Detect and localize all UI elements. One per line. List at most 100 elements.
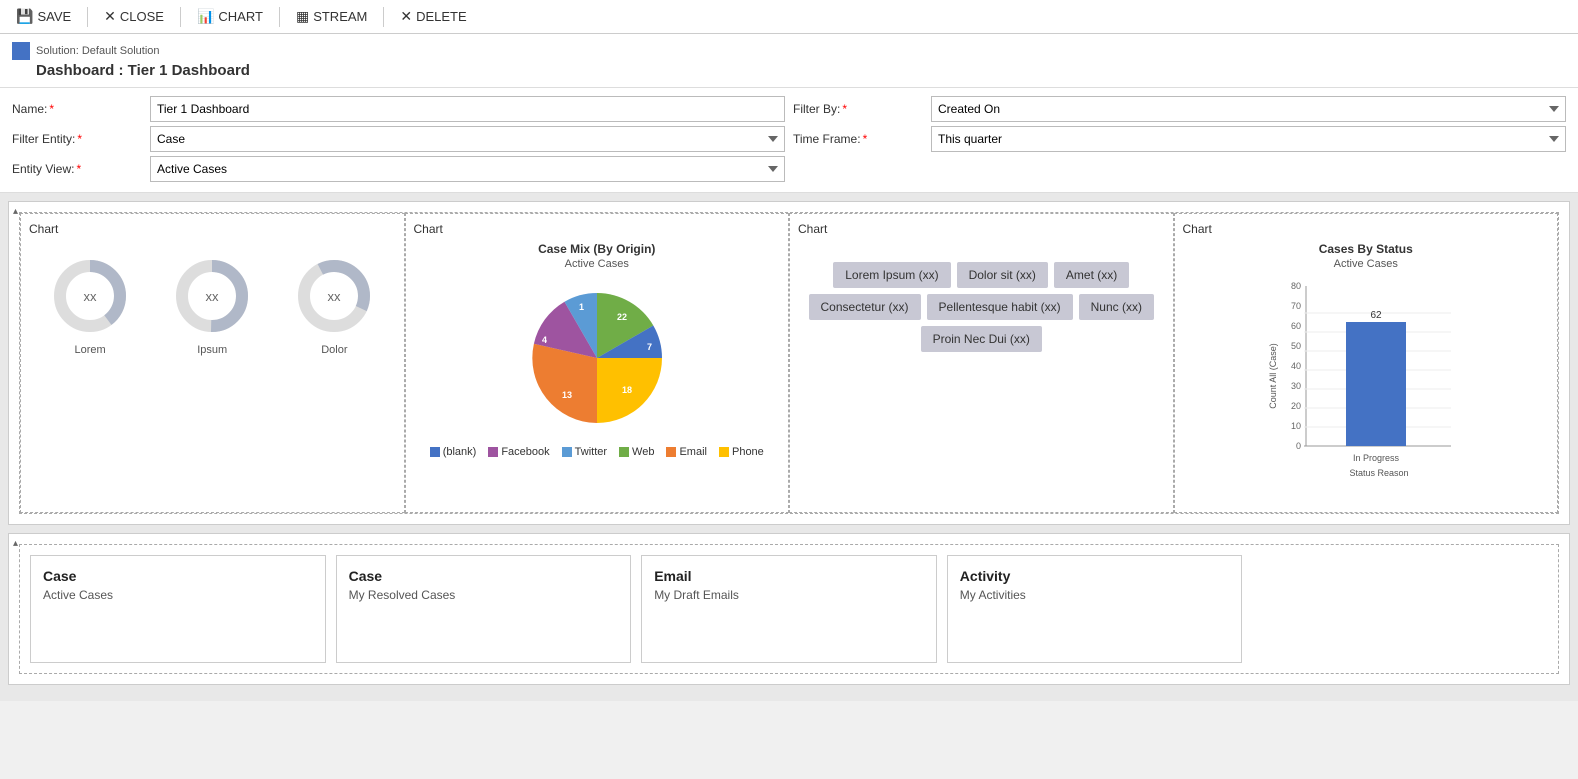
tag-lorem-ipsum[interactable]: Lorem Ipsum (xx) xyxy=(833,262,950,288)
delete-icon: ✕ xyxy=(400,8,412,25)
list-card-4-view: My Activities xyxy=(960,588,1230,602)
donut-item-1: xx Lorem xyxy=(50,256,130,356)
svg-text:xx: xx xyxy=(84,289,98,304)
close-button[interactable]: ✕ CLOSE xyxy=(96,4,172,29)
list-card-2-entity: Case xyxy=(349,568,619,584)
chart4-title: Chart xyxy=(1183,222,1550,236)
legend-dot-web xyxy=(619,447,629,457)
name-label: Name:* xyxy=(12,102,142,116)
svg-text:xx: xx xyxy=(206,289,220,304)
svg-text:1: 1 xyxy=(579,302,584,312)
list-card-3-view: My Draft Emails xyxy=(654,588,924,602)
donut-svg-1: xx xyxy=(50,256,130,336)
solution-icon xyxy=(12,42,30,60)
pie-legend: (blank) Facebook Twitter Web xyxy=(414,446,781,458)
chart-cell-4: Chart Cases By Status Active Cases 0 1 xyxy=(1174,213,1559,513)
tag-dolor-sit[interactable]: Dolor sit (xx) xyxy=(957,262,1048,288)
donut-item-3: xx Dolor xyxy=(294,256,374,356)
svg-text:70: 70 xyxy=(1291,301,1301,311)
donut-item-2: xx Ipsum xyxy=(172,256,252,356)
list-row: Case Active Cases Case My Resolved Cases… xyxy=(19,544,1559,674)
tag-amet[interactable]: Amet (xx) xyxy=(1054,262,1129,288)
list-card-1-entity: Case xyxy=(43,568,313,584)
separator xyxy=(87,7,88,27)
chart-cell-1: Chart xx Lorem xyxy=(20,213,405,513)
pie-svg: 22 7 18 13 4 1 xyxy=(517,278,677,438)
bar-chart-area: 0 10 20 30 40 50 60 xyxy=(1183,276,1550,496)
chart-cell-3: Chart Lorem Ipsum (xx) Dolor sit (xx) Am… xyxy=(789,213,1174,513)
chart2-title: Chart xyxy=(414,222,781,236)
separator xyxy=(180,7,181,27)
filter-entity-select[interactable]: Case xyxy=(150,126,785,152)
donut-svg-3: xx xyxy=(294,256,374,336)
donut-label-1: Lorem xyxy=(74,344,105,356)
delete-button[interactable]: ✕ DELETE xyxy=(392,4,474,29)
svg-text:7: 7 xyxy=(647,342,652,352)
charts-section-inner: Chart xx Lorem xyxy=(9,202,1569,524)
entity-view-select[interactable]: Active Cases xyxy=(150,156,785,182)
stream-button[interactable]: ▦ STREAM xyxy=(288,4,375,29)
name-input[interactable] xyxy=(150,96,785,122)
pie-chart-subtitle: Active Cases xyxy=(414,258,781,270)
tag-grid: Lorem Ipsum (xx) Dolor sit (xx) Amet (xx… xyxy=(798,242,1165,372)
list-card-1-view: Active Cases xyxy=(43,588,313,602)
chart-cell-2: Chart Case Mix (By Origin) Active Cases xyxy=(405,213,790,513)
dashboard-title: Dashboard : Tier 1 Dashboard xyxy=(12,62,1566,79)
solution-label: Solution: Default Solution xyxy=(12,42,1566,60)
donut-label-3: Dolor xyxy=(321,344,347,356)
list-card-2-view: My Resolved Cases xyxy=(349,588,619,602)
svg-text:4: 4 xyxy=(542,335,547,345)
list-card-1[interactable]: Case Active Cases xyxy=(30,555,326,663)
legend-blank: (blank) xyxy=(430,446,477,458)
svg-text:30: 30 xyxy=(1291,381,1301,391)
legend-phone: Phone xyxy=(719,446,764,458)
legend-dot-facebook xyxy=(488,447,498,457)
main-content: ▴ Chart xx Lorem xyxy=(0,193,1578,701)
bar-chart-title: Cases By Status xyxy=(1183,242,1550,256)
chart3-title: Chart xyxy=(798,222,1165,236)
list-section: ▴ Case Active Cases Case My Resolved Cas… xyxy=(8,533,1570,685)
filter-by-select[interactable]: Created On xyxy=(931,96,1566,122)
bar-chart-svg: 0 10 20 30 40 50 60 xyxy=(1266,276,1466,496)
svg-text:20: 20 xyxy=(1291,401,1301,411)
chart-button[interactable]: 📊 CHART xyxy=(189,4,271,29)
filter-by-label: Filter By:* xyxy=(793,102,923,116)
save-button[interactable]: 💾 SAVE xyxy=(8,4,79,29)
list-card-2[interactable]: Case My Resolved Cases xyxy=(336,555,632,663)
save-icon: 💾 xyxy=(16,8,33,25)
legend-web: Web xyxy=(619,446,654,458)
separator xyxy=(279,7,280,27)
header-area: Solution: Default Solution Dashboard : T… xyxy=(0,34,1578,88)
tag-pellentesque[interactable]: Pellentesque habit (xx) xyxy=(927,294,1073,320)
svg-text:10: 10 xyxy=(1291,421,1301,431)
list-card-3[interactable]: Email My Draft Emails xyxy=(641,555,937,663)
bar-chart-subtitle: Active Cases xyxy=(1183,258,1550,270)
bar-rect xyxy=(1346,322,1406,446)
donut-svg-2: xx xyxy=(172,256,252,336)
list-card-4-entity: Activity xyxy=(960,568,1230,584)
filter-entity-label: Filter Entity:* xyxy=(12,132,142,146)
donut-label-2: Ipsum xyxy=(197,344,227,356)
entity-view-label: Entity View:* xyxy=(12,162,142,176)
tag-consectetur[interactable]: Consectetur (xx) xyxy=(809,294,921,320)
pie-chart-title: Case Mix (By Origin) xyxy=(414,242,781,256)
time-frame-select[interactable]: This quarter xyxy=(931,126,1566,152)
legend-dot-blank xyxy=(430,447,440,457)
tag-nunc[interactable]: Nunc (xx) xyxy=(1079,294,1154,320)
form-area: Name:* Filter By:* Created On Filter Ent… xyxy=(0,88,1578,193)
toolbar: 💾 SAVE ✕ CLOSE 📊 CHART ▦ STREAM ✕ DELETE xyxy=(0,0,1578,34)
list-card-4[interactable]: Activity My Activities xyxy=(947,555,1243,663)
list-card-3-entity: Email xyxy=(654,568,924,584)
pie-chart-container: 22 7 18 13 4 1 xyxy=(414,278,781,438)
list-expand-icon[interactable]: ▴ xyxy=(13,538,18,549)
svg-text:0: 0 xyxy=(1296,441,1301,451)
close-icon: ✕ xyxy=(104,8,116,25)
time-frame-label: Time Frame:* xyxy=(793,132,923,146)
list-section-inner: Case Active Cases Case My Resolved Cases… xyxy=(9,534,1569,684)
tag-proin[interactable]: Proin Nec Dui (xx) xyxy=(921,326,1042,352)
expand-icon[interactable]: ▴ xyxy=(13,206,18,217)
empty-slot xyxy=(1252,555,1548,663)
svg-text:Count All (Case): Count All (Case) xyxy=(1268,343,1278,409)
chart-icon: 📊 xyxy=(197,8,214,25)
svg-text:Status Reason: Status Reason xyxy=(1349,468,1408,478)
